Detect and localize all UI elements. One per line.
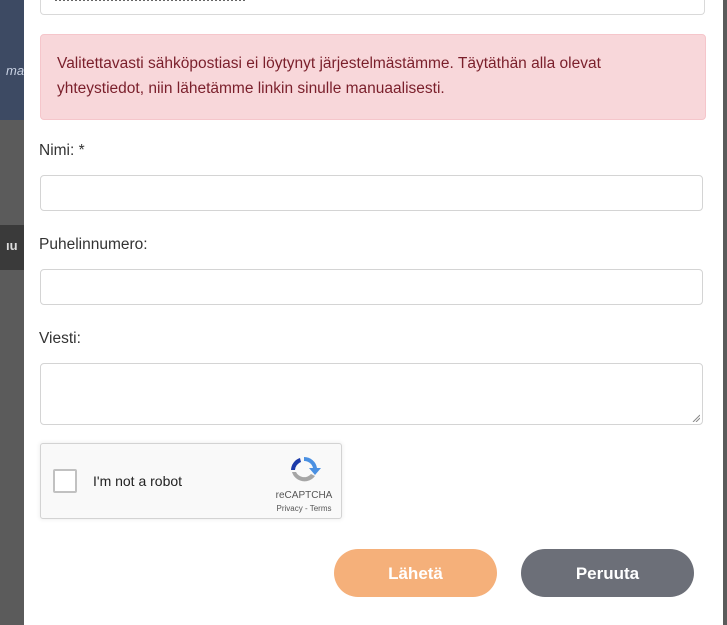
backdrop-header-band — [0, 0, 24, 120]
send-button[interactable]: Lähetä — [334, 549, 497, 597]
page: ma ıu Valitettavasti sähköpostiasi ei lö… — [0, 0, 727, 625]
name-field[interactable] — [40, 175, 703, 211]
recaptcha-logo-icon — [291, 456, 321, 482]
backdrop-text-fragment: ma — [6, 63, 25, 78]
email-field-cutoff-text — [55, 0, 245, 1]
recaptcha-label: I'm not a robot — [93, 473, 183, 489]
error-alert: Valitettavasti sähköpostiasi ei löytynyt… — [40, 34, 706, 120]
phone-field[interactable] — [40, 269, 703, 305]
resize-grip-icon[interactable] — [692, 414, 700, 422]
contact-modal: Valitettavasti sähköpostiasi ei löytynyt… — [24, 0, 723, 625]
cancel-button[interactable]: Peruuta — [521, 549, 694, 597]
email-field-previous[interactable] — [40, 0, 705, 15]
backdrop-text-fragment-2: ıu — [6, 238, 18, 253]
phone-label: Puhelinnumero: — [39, 236, 148, 253]
recaptcha-privacy-terms[interactable]: Privacy - Terms — [267, 504, 341, 513]
recaptcha-checkbox[interactable] — [53, 469, 77, 493]
recaptcha-brand: reCAPTCHA — [275, 490, 333, 501]
name-label: Nimi: * — [39, 142, 85, 159]
message-label: Viesti: — [39, 330, 81, 347]
page-backdrop: ma ıu — [0, 0, 24, 625]
page-backdrop-right — [723, 0, 727, 625]
message-textarea[interactable] — [40, 363, 703, 425]
recaptcha-widget: I'm not a robot reCAPTCHA Privacy - Term… — [40, 443, 342, 519]
